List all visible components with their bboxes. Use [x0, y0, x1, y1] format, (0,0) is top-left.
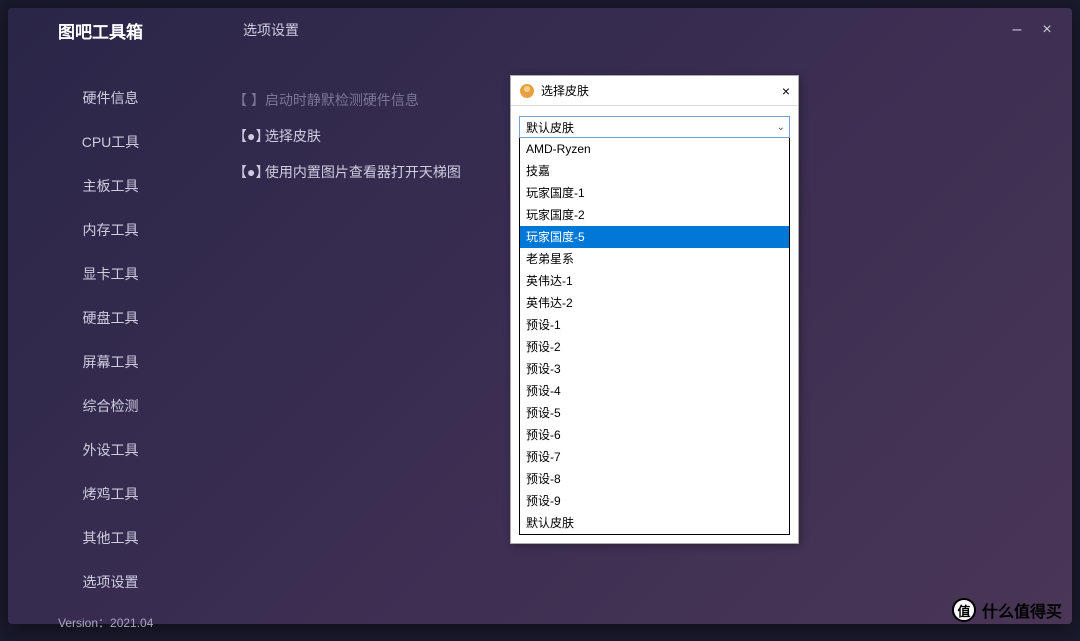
close-button[interactable]: ×: [1032, 15, 1062, 45]
list-item[interactable]: 预设-1: [520, 314, 789, 336]
sidebar-item[interactable]: CPU工具: [8, 120, 213, 164]
page-title: 选项设置: [213, 20, 299, 40]
list-item[interactable]: 预设-4: [520, 380, 789, 402]
minimize-button[interactable]: –: [1002, 15, 1032, 45]
sidebar-item[interactable]: 屏幕工具: [8, 340, 213, 384]
sidebar-item[interactable]: 烤鸡工具: [8, 472, 213, 516]
combobox-value: 默认皮肤: [526, 119, 574, 136]
list-item[interactable]: 预设-5: [520, 402, 789, 424]
skin-listbox[interactable]: AMD-Ryzen技嘉玩家国度-1玩家国度-2玩家国度-5老弟星系英伟达-1英伟…: [519, 138, 790, 535]
sidebar-item[interactable]: 硬盘工具: [8, 296, 213, 340]
chevron-down-icon: ⌄: [777, 122, 785, 133]
dialog-titlebar: 选择皮肤 ×: [511, 76, 798, 106]
list-item[interactable]: 老弟星系: [520, 248, 789, 270]
dialog-close-button[interactable]: ×: [782, 83, 790, 99]
sidebar-item[interactable]: 内存工具: [8, 208, 213, 252]
app-title: 图吧工具箱: [28, 18, 213, 43]
list-item[interactable]: 预设-9: [520, 490, 789, 512]
sidebar-item[interactable]: 综合检测: [8, 384, 213, 428]
option-label: 使用内置图片查看器打开天梯图: [265, 164, 461, 180]
sidebar-item[interactable]: 外设工具: [8, 428, 213, 472]
watermark-badge-icon: 值: [952, 598, 976, 622]
list-item[interactable]: 玩家国度-5: [520, 226, 789, 248]
list-item[interactable]: 预设-7: [520, 446, 789, 468]
option-label: 选择皮肤: [265, 128, 321, 144]
list-item[interactable]: 预设-3: [520, 358, 789, 380]
option-label: 启动时静默检测硬件信息: [265, 92, 419, 108]
sidebar-item[interactable]: 显卡工具: [8, 252, 213, 296]
sidebar-item[interactable]: 选项设置: [8, 560, 213, 604]
list-item[interactable]: 技嘉: [520, 160, 789, 182]
sidebar-items: 硬件信息CPU工具主板工具内存工具显卡工具硬盘工具屏幕工具综合检测外设工具烤鸡工…: [8, 52, 213, 604]
list-item[interactable]: 英伟达-1: [520, 270, 789, 292]
watermark: 值 什么值得买: [952, 598, 1062, 622]
list-item[interactable]: 预设-6: [520, 424, 789, 446]
sidebar-item[interactable]: 硬件信息: [8, 76, 213, 120]
list-item[interactable]: AMD-Ryzen: [520, 138, 789, 160]
list-item[interactable]: 玩家国度-2: [520, 204, 789, 226]
window-controls: – ×: [1002, 8, 1062, 52]
skin-combobox[interactable]: 默认皮肤 ⌄: [519, 116, 790, 138]
sidebar: 硬件信息CPU工具主板工具内存工具显卡工具硬盘工具屏幕工具综合检测外设工具烤鸡工…: [8, 52, 213, 624]
checkbox-checked-icon: 【●】: [233, 162, 261, 182]
list-item[interactable]: 玩家国度-1: [520, 182, 789, 204]
sidebar-item[interactable]: 其他工具: [8, 516, 213, 560]
sidebar-item[interactable]: 主板工具: [8, 164, 213, 208]
dialog-title: 选择皮肤: [541, 82, 589, 99]
titlebar: 图吧工具箱 选项设置 – ×: [8, 8, 1072, 52]
version-label: Version：2021.04: [8, 604, 213, 641]
list-item[interactable]: 预设-2: [520, 336, 789, 358]
app-icon: [519, 83, 535, 99]
checkbox-checked-icon: 【●】: [233, 126, 261, 146]
list-item[interactable]: 默认皮肤: [520, 512, 789, 534]
checkbox-empty-icon: 【 】: [233, 90, 261, 110]
watermark-text: 什么值得买: [982, 598, 1062, 622]
list-item[interactable]: 预设-8: [520, 468, 789, 490]
skin-select-dialog: 选择皮肤 × 默认皮肤 ⌄ AMD-Ryzen技嘉玩家国度-1玩家国度-2玩家国…: [510, 75, 799, 544]
list-item[interactable]: 英伟达-2: [520, 292, 789, 314]
